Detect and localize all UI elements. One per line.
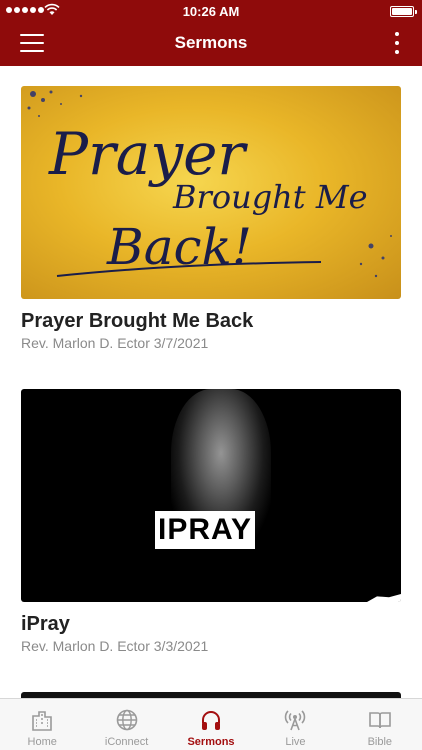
- tab-iconnect[interactable]: iConnect: [84, 699, 168, 750]
- sermon-thumbnail[interactable]: Prayer Brought Me Back!: [21, 86, 401, 299]
- sermon-card[interactable]: IPRAY iPray Rev. Marlon D. Ector 3/3/202…: [21, 389, 401, 654]
- tab-bible[interactable]: Bible: [338, 699, 422, 750]
- tab-label: Sermons: [187, 736, 235, 748]
- artwork-brush-edge: [367, 594, 401, 602]
- broadcast-icon: [285, 710, 306, 731]
- sermon-list[interactable]: Prayer Brought Me Back! Prayer Brought M…: [0, 66, 422, 698]
- page-title: Sermons: [174, 33, 248, 52]
- sermon-thumbnail[interactable]: IPRAY: [21, 389, 401, 602]
- sermon-subtitle: Rev. Marlon D. Ector 3/7/2021: [21, 335, 209, 351]
- battery-icon: [390, 6, 417, 17]
- building-icon: [32, 711, 53, 731]
- tab-label: Bible: [367, 736, 393, 748]
- status-bar: 10:26 AM: [0, 0, 422, 22]
- artwork-title-line2: Brought Me: [172, 178, 368, 216]
- globe-icon: [116, 709, 137, 731]
- tab-home[interactable]: Home: [0, 699, 84, 750]
- artwork-title: IPRAY: [155, 511, 255, 549]
- sermon-title[interactable]: iPray: [21, 612, 401, 636]
- sermon-card[interactable]: Prayer Brought Me Back! Prayer Brought M…: [21, 86, 401, 351]
- tab-label: iConnect: [104, 736, 149, 748]
- tab-bar: Home iConnect Sermons Live Bible: [0, 698, 422, 750]
- book-icon: [369, 712, 391, 729]
- tab-label: Home: [27, 736, 57, 748]
- nav-bar: Sermons: [0, 22, 422, 66]
- tab-live[interactable]: Live: [253, 699, 337, 750]
- sermon-title[interactable]: Prayer Brought Me Back: [21, 309, 401, 333]
- sermon-artwork: Prayer Brought Me Back!: [27, 90, 392, 278]
- sermon-subtitle: Rev. Marlon D. Ector 3/3/2021: [21, 638, 209, 654]
- status-time: 10:26 AM: [182, 4, 240, 19]
- headphones-icon: [202, 711, 221, 730]
- tab-sermons[interactable]: Sermons: [169, 699, 253, 750]
- tab-label: Live: [285, 736, 306, 748]
- more-options-icon[interactable]: [394, 32, 400, 56]
